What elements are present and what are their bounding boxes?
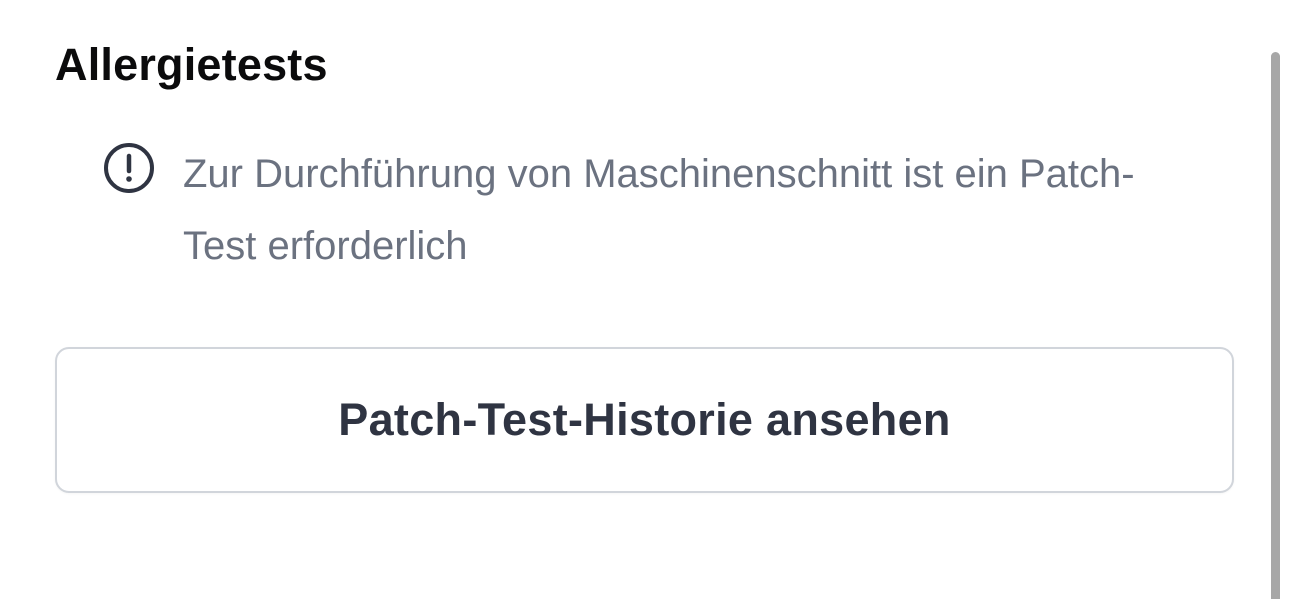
allergy-tests-section: Allergietests Zur Durchführung von Masch… — [55, 0, 1236, 599]
view-patch-test-history-label: Patch-Test-Historie ansehen — [338, 394, 951, 445]
vertical-scrollbar[interactable] — [1271, 52, 1280, 599]
section-title: Allergietests — [55, 39, 328, 90]
exclamation-circle-icon — [103, 142, 155, 194]
view-patch-test-history-button[interactable]: Patch-Test-Historie ansehen — [55, 347, 1234, 493]
notice-text: Zur Durchführung von Maschinenschnitt is… — [183, 152, 1135, 268]
patch-test-notice: Zur Durchführung von Maschinenschnitt is… — [103, 139, 1143, 282]
